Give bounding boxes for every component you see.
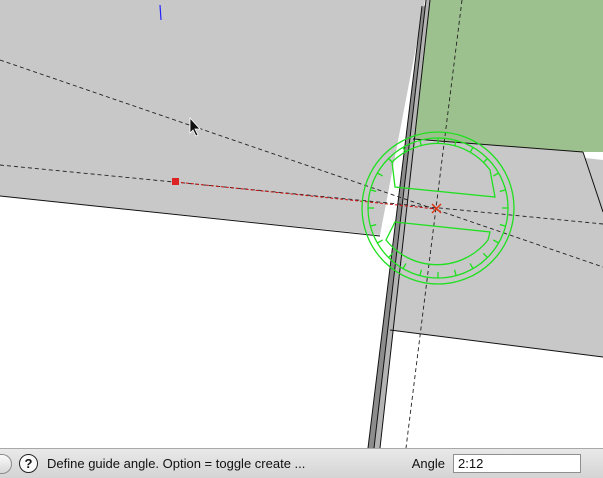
status-toggle[interactable] — [0, 453, 12, 474]
drawing-viewport[interactable] — [0, 0, 603, 448]
measurements-input[interactable] — [453, 454, 581, 473]
gray-face-right — [390, 140, 603, 357]
protractor-tick — [377, 239, 383, 244]
guide-start-point — [172, 178, 179, 185]
help-icon[interactable]: ? — [19, 454, 38, 473]
vcb-label: Angle — [411, 456, 445, 471]
status-bar: ? Define guide angle. Option = toggle cr… — [0, 448, 603, 478]
gray-face — [0, 0, 425, 235]
sketchup-window: ? Define guide angle. Option = toggle cr… — [0, 0, 603, 478]
status-message: Define guide angle. Option = toggle crea… — [47, 456, 306, 471]
scene-canvas[interactable] — [0, 0, 603, 448]
green-face — [413, 0, 603, 152]
